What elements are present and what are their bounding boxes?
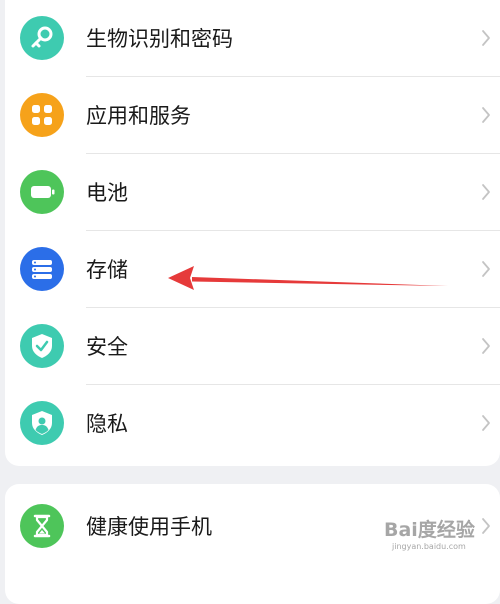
battery-icon bbox=[20, 170, 64, 214]
shield-check-icon bbox=[20, 324, 64, 368]
settings-item-label: 安全 bbox=[86, 335, 128, 359]
settings-item-label: 生物识别和密码 bbox=[86, 27, 233, 51]
chevron-right-icon bbox=[482, 261, 490, 277]
key-icon bbox=[20, 16, 64, 60]
settings-item-apps-services[interactable]: 应用和服务 bbox=[5, 77, 500, 154]
settings-item-biometrics[interactable]: 生物识别和密码 bbox=[5, 0, 500, 77]
settings-item-label: 隐私 bbox=[86, 412, 128, 436]
hourglass-icon bbox=[20, 504, 64, 548]
settings-item-storage[interactable]: 存储 bbox=[5, 231, 500, 308]
settings-item-battery[interactable]: 电池 bbox=[5, 154, 500, 231]
watermark: Bai度经验 jingyan.baidu.com bbox=[384, 511, 494, 563]
settings-item-label: 电池 bbox=[86, 181, 128, 205]
settings-item-label: 健康使用手机 bbox=[86, 515, 212, 539]
chevron-right-icon bbox=[482, 338, 490, 354]
watermark-text: Bai度经验 bbox=[384, 519, 475, 541]
settings-item-privacy[interactable]: 隐私 bbox=[5, 385, 500, 462]
watermark-subtext: jingyan.baidu.com bbox=[392, 542, 466, 551]
settings-item-security[interactable]: 安全 bbox=[5, 308, 500, 385]
chevron-right-icon bbox=[482, 415, 490, 431]
settings-item-label: 应用和服务 bbox=[86, 104, 191, 128]
settings-group-card: 生物识别和密码 应用和服务 电池 存储 安全 隐私 bbox=[5, 0, 500, 466]
storage-icon bbox=[20, 247, 64, 291]
chevron-right-icon bbox=[482, 184, 490, 200]
chevron-right-icon bbox=[482, 30, 490, 46]
chevron-right-icon bbox=[482, 107, 490, 123]
apps-grid-icon bbox=[20, 93, 64, 137]
privacy-shield-icon bbox=[20, 401, 64, 445]
settings-item-label: 存储 bbox=[86, 258, 128, 282]
